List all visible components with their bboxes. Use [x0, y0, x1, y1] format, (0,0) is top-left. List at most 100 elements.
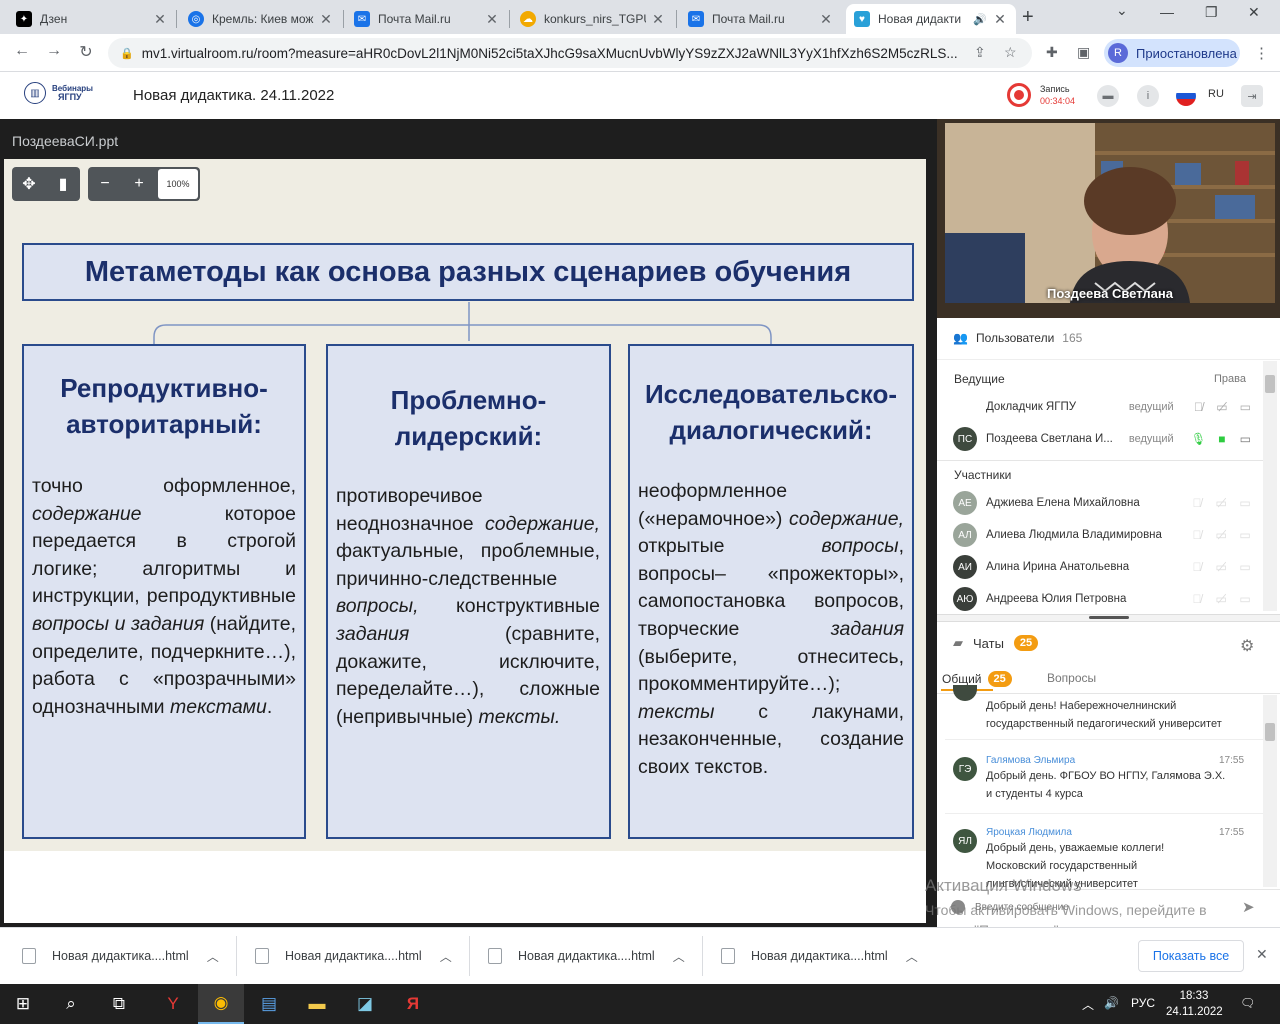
bookmark-star-icon[interactable]: ☆ [1004, 44, 1017, 61]
reload-button[interactable]: ↻ [74, 42, 98, 62]
maximize-button[interactable]: ❐ [1205, 4, 1218, 21]
forward-button[interactable]: → [42, 42, 66, 60]
tab-search-icon[interactable]: ⌄ [1116, 2, 1128, 19]
back-button[interactable]: ← [10, 42, 34, 60]
exit-icon[interactable]: ⇥ [1241, 85, 1263, 107]
mic-off-icon[interactable]: 🎙̸ [1189, 592, 1205, 606]
close-tab-icon[interactable]: ✕ [318, 11, 334, 28]
screen-share-icon[interactable]: ▭ [1237, 592, 1253, 606]
participant-row[interactable]: АЮ Андреева Юлия Петровна 🎙̸ ▭̸ ▭ [953, 585, 1253, 613]
search-icon[interactable]: ⌕ [48, 984, 94, 1024]
close-downloads-icon[interactable]: ✕ [1256, 946, 1268, 963]
new-tab-button[interactable]: + [1022, 6, 1034, 29]
url-text[interactable]: mv1.virtualroom.ru/room?measure=aHR0cDov… [142, 46, 962, 61]
users-scrollbar[interactable] [1263, 361, 1277, 611]
browser-tab-active[interactable]: ♥ Новая дидакти 🔊 ✕ [846, 4, 1016, 34]
chrome-icon[interactable]: ◉ [198, 984, 244, 1024]
users-header[interactable]: 👥 Пользователи 165 [953, 331, 1082, 345]
app-logo[interactable]: ▥ Вебинары ЯГПУ [24, 82, 93, 104]
zoom-out-button[interactable]: − [88, 167, 122, 201]
camera-off-icon[interactable]: ▭̸ [1213, 560, 1229, 574]
zoom-in-button[interactable]: + [122, 167, 156, 201]
screen-share-icon[interactable]: ▭ [1237, 560, 1253, 574]
chevron-up-icon[interactable]: ︿ [673, 948, 685, 965]
move-icon[interactable]: ✥ [12, 167, 46, 201]
close-window-button[interactable]: ✕ [1248, 4, 1260, 21]
mic-off-icon[interactable]: 🎙̸ [1191, 400, 1206, 414]
download-item[interactable]: Новая дидактика....html ︿ [721, 942, 918, 970]
mic-off-icon[interactable]: 🎙̸ [1189, 560, 1205, 574]
chat-scroll-thumb[interactable] [1265, 723, 1275, 741]
browser-tab[interactable]: ✉ Почта Mail.ru ✕ [346, 4, 508, 34]
close-tab-icon[interactable]: ✕ [992, 11, 1008, 28]
chevron-up-icon[interactable]: ︿ [207, 948, 219, 965]
host-row[interactable]: ПС Поздеева Светлана И... ведущий 🎙 ■ ▭ [953, 425, 1253, 453]
download-item[interactable]: Новая дидактика....html ︿ [488, 942, 685, 970]
download-item[interactable]: Новая дидактика....html ︿ [22, 942, 219, 970]
camera-off-icon[interactable]: ▭̸ [1214, 400, 1229, 414]
mic-off-icon[interactable]: 🎙̸ [1189, 496, 1205, 510]
browser-tab[interactable]: ✦ Дзен ✕ [8, 4, 176, 34]
users-scroll-thumb[interactable] [1265, 375, 1275, 393]
screen-share-icon[interactable]: ▭ [1237, 528, 1253, 542]
remote-desktop-icon[interactable]: ▤ [246, 984, 292, 1024]
close-tab-icon[interactable]: ✕ [484, 11, 500, 28]
chevron-up-icon[interactable]: ︿ [440, 948, 452, 965]
camera-off-icon[interactable]: ▭̸ [1213, 528, 1229, 542]
yandex-browser-icon[interactable]: Y [150, 984, 196, 1024]
extensions-icon[interactable]: ✚ [1046, 44, 1058, 61]
mic-on-icon[interactable]: 🎙 [1191, 432, 1206, 446]
screen-share-icon[interactable]: ▭ [1238, 400, 1253, 414]
show-all-downloads-button[interactable]: Показать все [1138, 940, 1244, 972]
message-author[interactable]: Галямова Эльмира [986, 755, 1075, 766]
fit-width-icon[interactable]: ▮ [46, 167, 80, 201]
message-author[interactable]: Яроцкая Людмила [986, 827, 1072, 838]
profile-button[interactable]: R Приостановлена [1104, 39, 1240, 67]
mic-off-icon[interactable]: 🎙̸ [1189, 528, 1205, 542]
camera-off-icon[interactable]: ▭̸ [1213, 592, 1229, 606]
language-label[interactable]: RU [1208, 88, 1224, 100]
audio-playing-icon[interactable]: 🔊 [972, 13, 988, 26]
browser-tab[interactable]: ☁ konkurs_nirs_TGPU ✕ [512, 4, 674, 34]
tab-questions[interactable]: Вопросы [1047, 671, 1096, 685]
panel-resize-handle[interactable] [937, 614, 1280, 622]
chevron-up-icon[interactable]: ︿ [906, 948, 918, 965]
side-panel-icon[interactable]: ▣ [1077, 44, 1090, 61]
lock-icon[interactable]: 🔒 [120, 47, 134, 60]
close-tab-icon[interactable]: ✕ [650, 11, 666, 28]
participant-row[interactable]: АЕ Аджиева Елена Михайловна 🎙̸ ▭̸ ▭ [953, 489, 1253, 517]
host-row[interactable]: Докладчик ЯГПУ ведущий 🎙̸ ▭̸ ▭ [953, 393, 1253, 421]
folder-icon[interactable]: ▬ [1097, 85, 1119, 107]
close-tab-icon[interactable]: ✕ [818, 11, 834, 28]
speaker-video[interactable]: Поздеева Светлана [937, 119, 1280, 318]
address-bar[interactable]: 🔒 mv1.virtualroom.ru/room?measure=aHR0cD… [108, 38, 1032, 68]
tray-chevron-icon[interactable]: ︿ [1082, 996, 1094, 1013]
camera-on-icon[interactable]: ■ [1214, 432, 1229, 446]
zoom-level[interactable]: 100% [158, 169, 198, 199]
yandex-icon[interactable]: Я [390, 984, 436, 1024]
participant-row[interactable]: АИ Алина Ирина Анатольевна 🎙̸ ▭̸ ▭ [953, 553, 1253, 581]
browser-tab[interactable]: ✉ Почта Mail.ru ✕ [680, 4, 842, 34]
chats-header[interactable]: ▰ Чаты 25 [953, 635, 1039, 651]
download-item[interactable]: Новая дидактика....html ︿ [255, 942, 452, 970]
participant-row[interactable]: АЛ Алиева Людмила Владимировна 🎙̸ ▭̸ ▭ [953, 521, 1253, 549]
task-view-icon[interactable]: ⧉ [96, 984, 142, 1024]
minimize-button[interactable]: — [1160, 4, 1174, 20]
share-icon[interactable]: ⇪ [974, 44, 986, 61]
browser-tab[interactable]: ◎ Кремль: Киев мож ✕ [180, 4, 342, 34]
volume-icon[interactable]: 🔊 [1104, 996, 1119, 1010]
notifications-icon[interactable]: 🗨 [1240, 996, 1255, 1010]
windows-start-icon[interactable]: ⊞ [0, 984, 46, 1024]
notes-app-icon[interactable]: ◪ [342, 984, 388, 1024]
screen-share-icon[interactable]: ▭ [1237, 496, 1253, 510]
camera-off-icon[interactable]: ▭̸ [1213, 496, 1229, 510]
file-explorer-icon[interactable]: ▬ [294, 984, 340, 1024]
keyboard-language[interactable]: РУС [1131, 996, 1155, 1010]
clock[interactable]: 18:33 24.11.2022 [1166, 988, 1223, 1020]
info-icon[interactable]: i [1137, 85, 1159, 107]
browser-menu-icon[interactable]: ⋮ [1254, 44, 1269, 62]
close-tab-icon[interactable]: ✕ [152, 11, 168, 28]
screen-share-icon[interactable]: ▭ [1238, 432, 1253, 446]
russian-flag-icon[interactable] [1176, 86, 1196, 106]
record-icon[interactable] [1007, 83, 1031, 107]
